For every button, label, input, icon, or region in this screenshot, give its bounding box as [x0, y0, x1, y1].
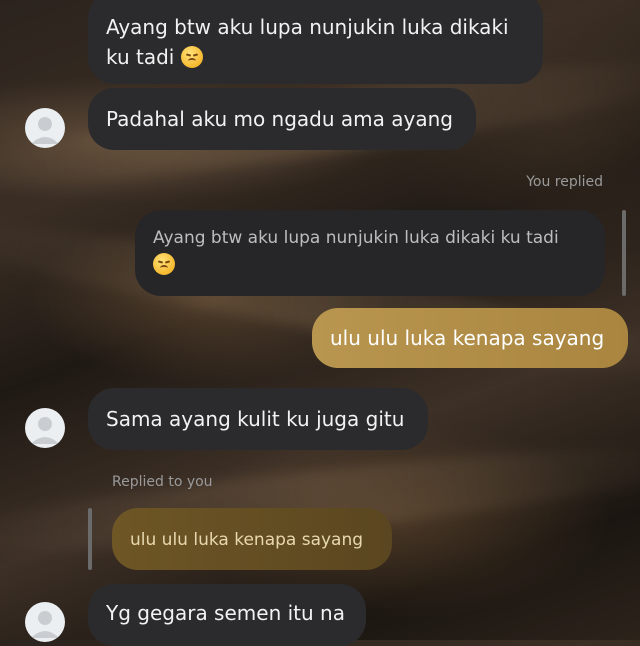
replied-to-you-label: Replied to you [112, 474, 213, 490]
message-text-line1: Ayang btw aku lupa nunjukin luka dikaki [106, 15, 509, 39]
sent-message[interactable]: ulu ulu luka kenapa sayang [312, 308, 628, 368]
message-text: ulu ulu luka kenapa sayang [330, 326, 605, 350]
received-message[interactable]: Ayang btw aku lupa nunjukin luka dikaki … [88, 0, 543, 84]
disappointed-face-icon [153, 253, 175, 275]
avatar[interactable] [25, 408, 65, 448]
received-message[interactable]: Padahal aku mo ngadu ama ayang [88, 88, 476, 150]
reply-bar [622, 210, 626, 296]
reply-bar [88, 508, 92, 570]
disappointed-face-icon [180, 46, 203, 68]
quoted-text: Ayang btw aku lupa nunjukin luka dikaki … [153, 228, 559, 248]
received-message[interactable]: Yg gegara semen itu na [88, 584, 366, 646]
avatar[interactable] [25, 108, 65, 148]
message-text: Padahal aku mo ngadu ama ayang [106, 107, 453, 131]
avatar[interactable] [25, 602, 65, 642]
quoted-reply[interactable]: ulu ulu luka kenapa sayang [112, 508, 392, 570]
quoted-text: ulu ulu luka kenapa sayang [130, 530, 364, 550]
message-text: Sama ayang kulit ku juga gitu [106, 407, 405, 431]
received-message[interactable]: Sama ayang kulit ku juga gitu [88, 388, 428, 450]
message-text: Yg gegara semen itu na [106, 601, 345, 625]
quoted-message[interactable]: Ayang btw aku lupa nunjukin luka dikaki … [135, 210, 605, 296]
you-replied-label: You replied [526, 174, 603, 190]
message-text-part: ku tadi [106, 45, 175, 69]
message-text-line2: ku tadi [106, 42, 523, 72]
